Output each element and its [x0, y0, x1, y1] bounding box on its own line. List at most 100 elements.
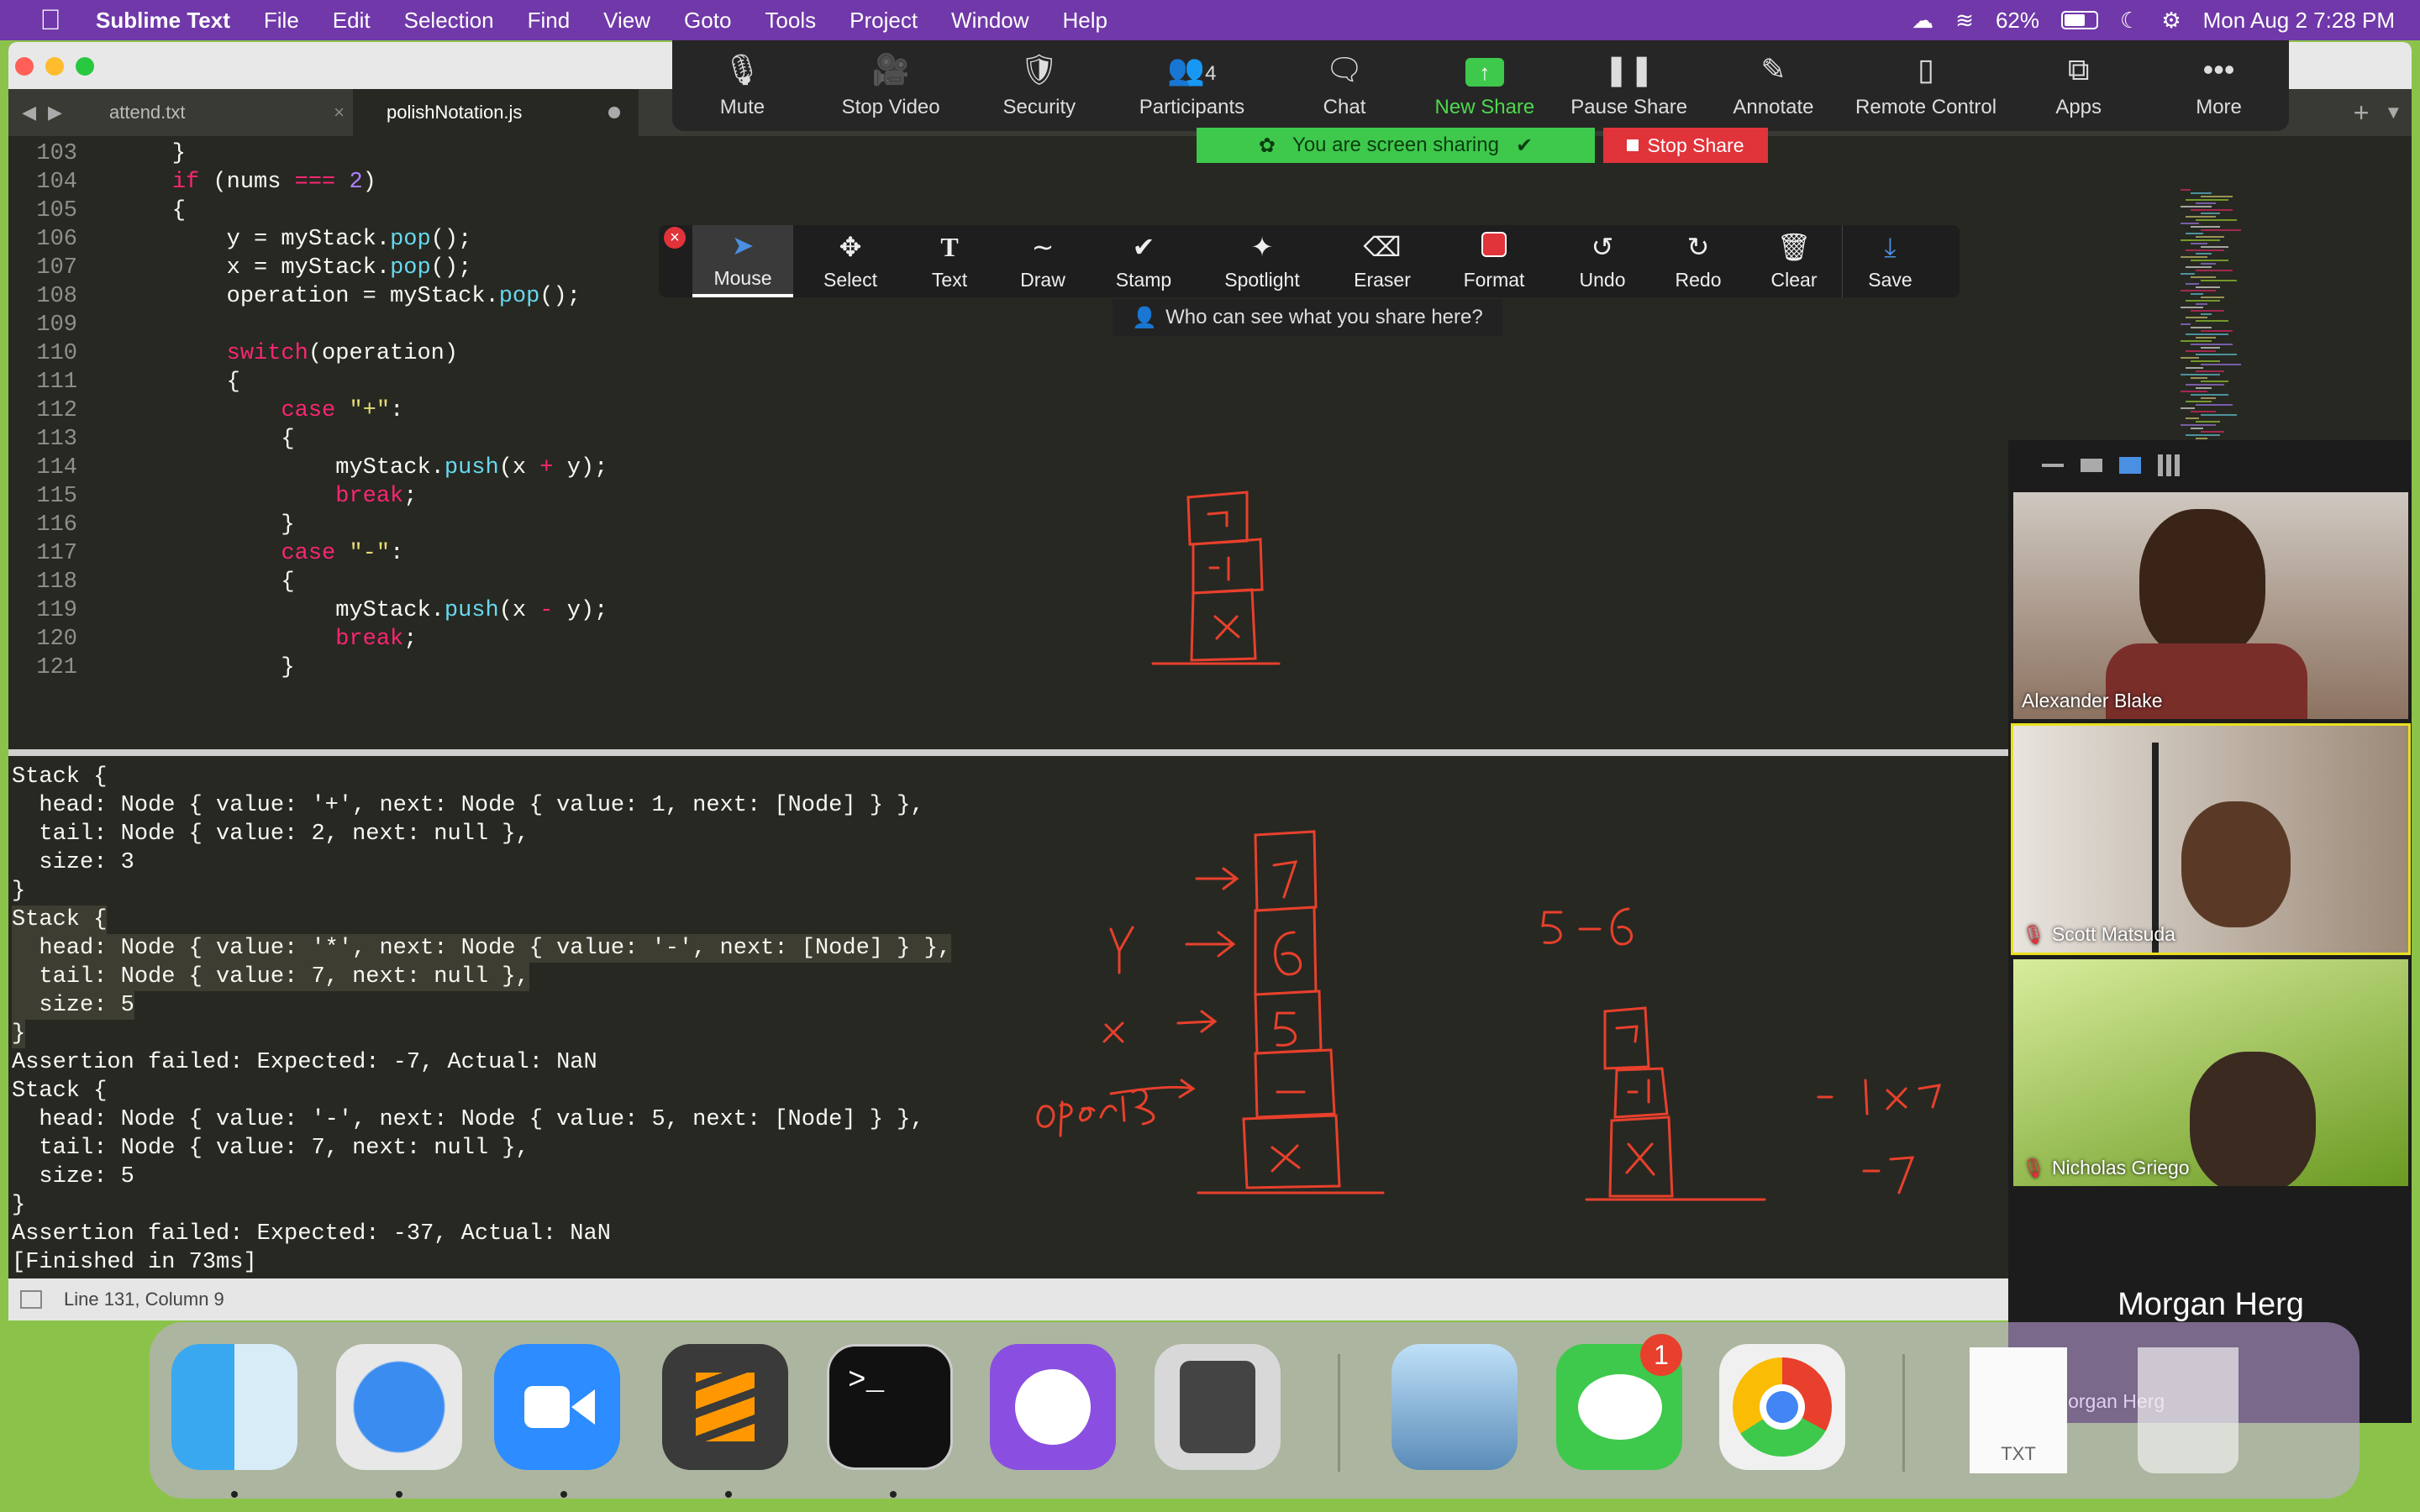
cloud-upload-icon[interactable]: ☁ — [1912, 8, 1933, 34]
line-number[interactable]: 112 — [8, 396, 77, 425]
tool-save[interactable]: ⤓ Save — [1842, 225, 1938, 297]
tab-nav-arrows[interactable]: ◀ ▶ — [8, 89, 76, 136]
menu-tools[interactable]: Tools — [765, 8, 816, 34]
dock-trash-icon[interactable] — [2138, 1347, 2238, 1473]
line-number[interactable]: 117 — [8, 539, 77, 568]
moon-icon[interactable]: ☾ — [2120, 8, 2139, 34]
security-button[interactable]: 🛡 Security — [969, 40, 1109, 131]
tool-redo[interactable]: ↻ Redo — [1650, 225, 1746, 297]
chevron-down-icon[interactable]: ▼ — [2384, 102, 2402, 123]
tool-select[interactable]: ✥ Select — [793, 225, 908, 297]
grid-view-icon[interactable] — [2158, 454, 2180, 476]
code-line[interactable]: 111 { — [8, 368, 239, 396]
tool-clear[interactable]: 🗑 Clear — [1746, 225, 1842, 297]
code-line[interactable]: 117 case "-": — [8, 539, 403, 568]
line-number[interactable]: 106 — [8, 225, 77, 254]
tool-draw[interactable]: ∼ Draw — [992, 225, 1094, 297]
unsaved-dot-icon[interactable] — [608, 107, 620, 118]
line-number[interactable]: 109 — [8, 311, 77, 339]
minimize-window-button[interactable] — [45, 57, 64, 76]
minimap[interactable] — [2181, 189, 2365, 475]
dock-chrome-icon[interactable] — [1719, 1344, 1845, 1470]
dock-calculator-icon[interactable] — [1155, 1344, 1281, 1470]
code-line[interactable]: 114 myStack.push(x + y); — [8, 454, 608, 482]
code-line[interactable]: 103 } — [8, 139, 186, 168]
speaker-view-icon[interactable] — [2119, 457, 2141, 474]
code-line[interactable]: 121 } — [8, 654, 294, 682]
tool-spotlight[interactable]: ✦ Spotlight — [1193, 225, 1331, 297]
line-number[interactable]: 120 — [8, 625, 77, 654]
panel-toggle-icon[interactable] — [20, 1290, 42, 1309]
code-line[interactable]: 104 if (nums === 2) — [8, 168, 376, 197]
participants-button[interactable]: 👥4 Participants — [1109, 40, 1274, 131]
line-number[interactable]: 104 — [8, 168, 77, 197]
code-line[interactable]: 113 { — [8, 425, 294, 454]
menu-goto[interactable]: Goto — [684, 8, 731, 34]
line-number[interactable]: 111 — [8, 368, 77, 396]
menu-project[interactable]: Project — [850, 8, 918, 34]
code-line[interactable]: 106 y = myStack.pop(); — [8, 225, 471, 254]
code-line[interactable]: 105 { — [8, 197, 186, 225]
stop-share-button[interactable]: Stop Share — [1603, 128, 1768, 163]
screen-sharing-indicator[interactable]: ✿ You are screen sharing ✔ — [1197, 128, 1595, 163]
tool-undo[interactable]: ↺ Undo — [1555, 225, 1650, 297]
line-number[interactable]: 119 — [8, 596, 77, 625]
dock-finder-icon[interactable] — [171, 1344, 297, 1470]
apple-icon[interactable]:  — [34, 3, 67, 37]
app-menu-sublime[interactable]: Sublime Text — [96, 8, 230, 34]
menu-edit[interactable]: Edit — [333, 8, 371, 34]
dock-zoom-icon[interactable] — [494, 1344, 620, 1470]
mute-button[interactable]: 🎙 Mute — [672, 40, 813, 131]
menu-help[interactable]: Help — [1063, 8, 1107, 34]
dock-preview-icon[interactable] — [1392, 1344, 1518, 1470]
chevron-left-icon[interactable]: ◀ — [22, 102, 36, 123]
line-number[interactable]: 105 — [8, 197, 77, 225]
tool-text[interactable]: T Text — [908, 225, 992, 297]
menu-find[interactable]: Find — [528, 8, 571, 34]
apps-button[interactable]: ⧉ Apps — [2008, 40, 2149, 131]
tool-eraser[interactable]: ⌫ Eraser — [1331, 225, 1434, 297]
chat-button[interactable]: 🗨 Chat — [1275, 40, 1415, 131]
menu-window[interactable]: Window — [951, 8, 1028, 34]
participant-tile-0[interactable]: Alexander Blake — [2013, 492, 2408, 719]
battery-icon[interactable] — [2061, 11, 2098, 29]
line-number[interactable]: 115 — [8, 482, 77, 511]
line-number[interactable]: 114 — [8, 454, 77, 482]
chevron-right-icon[interactable]: ▶ — [48, 102, 62, 123]
code-line[interactable]: 119 myStack.push(x - y); — [8, 596, 608, 625]
line-number[interactable]: 108 — [8, 282, 77, 311]
line-number[interactable]: 113 — [8, 425, 77, 454]
wifi-icon[interactable]: ≋ — [1955, 8, 1974, 34]
dock-sublime-icon[interactable] — [662, 1344, 788, 1470]
close-annotation-icon[interactable]: × — [664, 227, 686, 249]
clock-datetime[interactable]: Mon Aug 2 7:28 PM — [2203, 8, 2395, 34]
code-line[interactable]: 120 break; — [8, 625, 417, 654]
code-line[interactable]: 115 break; — [8, 482, 417, 511]
code-line[interactable]: 108 operation = myStack.pop(); — [8, 282, 581, 311]
menu-view[interactable]: View — [603, 8, 650, 34]
code-line[interactable]: 110 switch(operation) — [8, 339, 458, 368]
line-number[interactable]: 103 — [8, 139, 77, 168]
annotate-button[interactable]: ✎ Annotate — [1703, 40, 1844, 131]
control-center-icon[interactable]: ⚙ — [2161, 8, 2181, 34]
line-number[interactable]: 110 — [8, 339, 77, 368]
remote-control-button[interactable]: ▯ Remote Control — [1844, 40, 2008, 131]
tool-stamp[interactable]: ✔ Stamp — [1094, 225, 1193, 297]
code-line[interactable]: 116 } — [8, 511, 294, 539]
menu-file[interactable]: File — [264, 8, 299, 34]
more-button[interactable]: ••• More — [2149, 40, 2289, 131]
dock-terminal-icon[interactable]: >_ — [827, 1344, 953, 1470]
code-line[interactable]: 118 { — [8, 568, 294, 596]
line-number[interactable]: 118 — [8, 568, 77, 596]
close-window-button[interactable] — [15, 57, 34, 76]
participant-tile-1[interactable]: 🎙 Scott Matsuda — [2011, 723, 2411, 955]
pause-share-button[interactable]: ❚❚ Pause Share — [1555, 40, 1703, 131]
thumbnail-view-icon[interactable] — [2081, 459, 2102, 472]
dock-safari-icon[interactable] — [336, 1344, 462, 1470]
line-number[interactable]: 121 — [8, 654, 77, 682]
minimize-icon[interactable] — [2042, 464, 2064, 467]
menu-selection[interactable]: Selection — [404, 8, 494, 34]
code-line[interactable]: 109 — [8, 311, 77, 339]
new-share-button[interactable]: ↑ New Share — [1414, 40, 1555, 131]
code-line[interactable]: 107 x = myStack.pop(); — [8, 254, 471, 282]
